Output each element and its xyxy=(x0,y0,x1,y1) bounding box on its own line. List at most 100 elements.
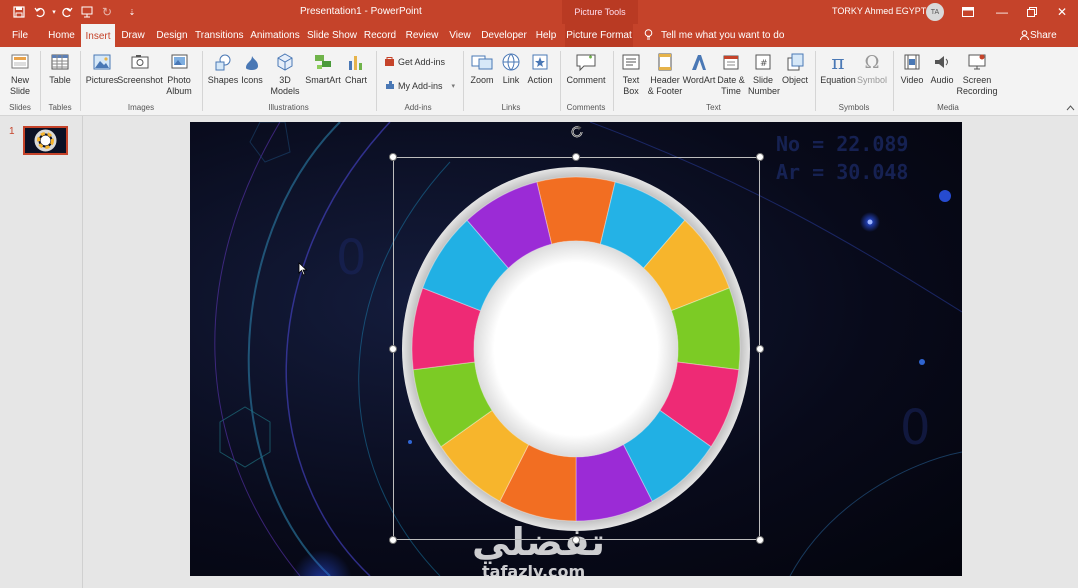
film-icon xyxy=(901,51,923,73)
present-from-start-icon[interactable] xyxy=(78,3,96,21)
group-links: Links xyxy=(501,103,521,112)
resize-handle[interactable] xyxy=(756,153,764,161)
tab-transitions[interactable]: Transitions xyxy=(195,24,244,47)
tab-slide-show[interactable]: Slide Show xyxy=(306,24,358,47)
pictures-label: Pictures xyxy=(85,75,119,85)
screenshot-button[interactable]: Screenshot xyxy=(117,51,163,86)
repeat-icon[interactable]: ↻ xyxy=(98,3,116,21)
tab-review[interactable]: Review xyxy=(403,24,441,47)
tab-design[interactable]: Design xyxy=(153,24,191,47)
icons-label: Icons xyxy=(241,75,263,85)
table-button[interactable]: Table xyxy=(46,51,74,86)
group-addins: Add-ins xyxy=(404,103,432,112)
chart-button[interactable]: Chart xyxy=(342,51,370,86)
tab-insert[interactable]: Insert xyxy=(81,24,115,47)
text-box-button[interactable]: Text Box xyxy=(617,51,645,97)
tab-file[interactable]: File xyxy=(4,24,36,47)
tab-developer[interactable]: Developer xyxy=(479,24,529,47)
chart-label: Chart xyxy=(344,75,367,85)
close-icon[interactable]: ✕ xyxy=(1044,0,1078,24)
icons-icon xyxy=(241,51,263,73)
watermark-url: tafazly.com xyxy=(482,562,586,576)
action-icon xyxy=(529,51,551,73)
redo-icon[interactable] xyxy=(58,3,76,21)
resize-handle[interactable] xyxy=(389,153,397,161)
smartart-button[interactable]: SmartArt xyxy=(304,51,342,86)
tab-help[interactable]: Help xyxy=(533,24,559,47)
window-title: Presentation1 - PowerPoint xyxy=(300,6,422,17)
text-box-label: Text Box xyxy=(622,75,640,96)
zoom-icon xyxy=(471,51,493,73)
save-icon[interactable] xyxy=(10,3,28,21)
pictures-button[interactable]: Pictures xyxy=(86,51,118,86)
tab-picture-format[interactable]: Picture Format xyxy=(565,24,633,47)
group-images: Images xyxy=(127,103,155,112)
screen-recording-label: Screen Recording xyxy=(956,75,998,96)
new-slide-label: New Slide xyxy=(9,75,30,96)
resize-handle[interactable] xyxy=(389,536,397,544)
group-media: Media xyxy=(937,103,959,112)
slide-number-button[interactable]: # Slide Number xyxy=(747,51,781,97)
avatar[interactable]: TA xyxy=(926,3,944,21)
slide-thumbnail[interactable] xyxy=(23,126,68,155)
resize-handle[interactable] xyxy=(389,345,397,353)
share-button[interactable]: Share xyxy=(1030,30,1057,41)
pi-icon: π xyxy=(831,49,845,74)
tab-record[interactable]: Record xyxy=(363,24,397,47)
link-button[interactable]: Link xyxy=(498,51,524,86)
slide-number-label: Slide Number xyxy=(748,75,781,96)
object-button[interactable]: Object xyxy=(780,51,810,86)
screen-recording-button[interactable]: Screen Recording xyxy=(956,51,998,97)
video-label: Video xyxy=(900,75,924,85)
get-addins-button[interactable]: Get Add-ins xyxy=(384,56,445,67)
collapse-ribbon-icon[interactable] xyxy=(1066,103,1075,113)
tab-animations[interactable]: Animations xyxy=(249,24,301,47)
resize-handle[interactable] xyxy=(756,536,764,544)
tab-home[interactable]: Home xyxy=(44,24,79,47)
comment-button[interactable]: Comment xyxy=(565,51,607,86)
rotate-handle-icon[interactable] xyxy=(569,124,585,140)
date-time-button[interactable]: Date & Time xyxy=(715,51,747,97)
audio-button[interactable]: Audio xyxy=(928,51,956,86)
date-time-label: Date & Time xyxy=(717,75,745,96)
smartart-icon xyxy=(312,51,334,73)
equation-button[interactable]: π Equation xyxy=(820,51,856,86)
action-button[interactable]: Action xyxy=(526,51,554,86)
background-digit: 0 xyxy=(900,400,931,456)
symbol-label: Symbol xyxy=(856,75,887,85)
icons-button[interactable]: Icons xyxy=(239,51,265,86)
resize-handle[interactable] xyxy=(756,345,764,353)
smartart-label: SmartArt xyxy=(305,75,341,85)
shapes-button[interactable]: Shapes xyxy=(207,51,239,86)
slide-thumbnails-pane: 1 xyxy=(0,116,83,588)
tab-draw[interactable]: Draw xyxy=(118,24,148,47)
my-addins-label: My Add-ins xyxy=(398,80,443,91)
separator xyxy=(40,51,41,111)
thumbnail-preview xyxy=(34,129,57,152)
wordart-button[interactable]: WordArt xyxy=(682,51,716,86)
video-button[interactable]: Video xyxy=(898,51,926,86)
symbol-button[interactable]: Ω Symbol xyxy=(856,51,888,86)
zoom-label: Zoom xyxy=(470,75,494,85)
zoom-button[interactable]: Zoom xyxy=(468,51,496,86)
my-addins-dropdown-icon[interactable]: ▾ xyxy=(452,82,456,90)
photo-album-button[interactable]: Photo Album xyxy=(162,51,196,97)
wordart-label: WordArt xyxy=(682,75,716,85)
new-slide-button[interactable]: New Slide xyxy=(5,51,35,97)
resize-handle[interactable] xyxy=(572,153,580,161)
separator xyxy=(202,51,203,111)
omega-icon: Ω xyxy=(864,51,880,73)
tab-view[interactable]: View xyxy=(446,24,474,47)
user-name[interactable]: TORKY Ahmed EGYPT 1 xyxy=(832,6,934,16)
ribbon-display-options-icon[interactable] xyxy=(950,0,986,24)
3d-models-button[interactable]: 3D Models xyxy=(266,51,304,97)
my-addins-button[interactable]: My Add-ins ▾ xyxy=(384,80,455,91)
customize-toolbar-icon[interactable]: ⇣ xyxy=(123,3,141,21)
header-footer-button[interactable]: Header & Footer xyxy=(646,51,684,97)
link-icon xyxy=(500,51,522,73)
picture-tools-label: Picture Tools xyxy=(562,0,638,24)
tell-me-search[interactable]: Tell me what you want to do xyxy=(661,30,784,41)
svg-text:#: # xyxy=(760,59,768,69)
resize-handle[interactable] xyxy=(572,536,580,544)
selection-box xyxy=(393,157,760,540)
